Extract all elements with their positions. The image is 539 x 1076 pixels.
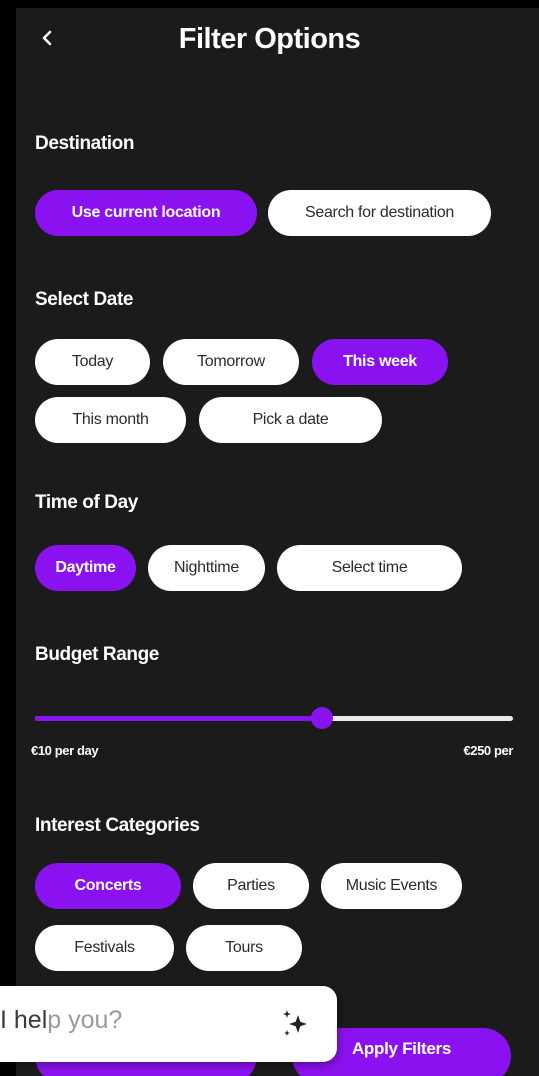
slider-fill [35, 716, 322, 721]
chip-concerts[interactable]: Concerts [35, 863, 181, 909]
budget-min-label: €10 per day [31, 743, 99, 758]
chip-this-month[interactable]: This month [35, 397, 186, 443]
chip-use-current-location[interactable]: Use current location [35, 190, 257, 236]
assistant-placeholder: I help you? [0, 1006, 122, 1035]
left-edge [0, 0, 16, 1076]
page-title: Filter Options [178, 23, 361, 55]
budget-slider[interactable] [35, 704, 513, 734]
chip-select-time[interactable]: Select time [277, 545, 462, 591]
destination-label: Destination [35, 133, 135, 154]
chip-pick-a-date[interactable]: Pick a date [199, 397, 382, 443]
time-of-day-label: Time of Day [35, 492, 138, 513]
sparkle-icon[interactable] [278, 1006, 312, 1040]
budget-max-label: €250 per [463, 743, 513, 758]
filter-options-screen: Filter Options Destination Use current l… [0, 0, 539, 1076]
assistant-placeholder-dark: I hel [0, 1006, 48, 1034]
select-date-label: Select Date [35, 289, 134, 310]
chip-festivals[interactable]: Festivals [35, 925, 174, 971]
chip-nighttime[interactable]: Nighttime [148, 545, 265, 591]
chip-tours[interactable]: Tours [186, 925, 302, 971]
chip-daytime[interactable]: Daytime [35, 545, 136, 591]
top-edge [0, 0, 539, 8]
chip-parties[interactable]: Parties [193, 863, 309, 909]
header: Filter Options [0, 14, 539, 64]
budget-range-label: Budget Range [35, 644, 159, 665]
assistant-input[interactable]: I help you? [0, 986, 337, 1062]
chip-this-week[interactable]: This week [312, 339, 448, 385]
chip-music-events[interactable]: Music Events [321, 863, 462, 909]
slider-thumb[interactable] [310, 707, 333, 729]
assistant-placeholder-light: p you? [47, 1006, 123, 1034]
chip-today[interactable]: Today [35, 339, 150, 385]
interest-categories-label: Interest Categories [35, 815, 200, 836]
chip-tomorrow[interactable]: Tomorrow [163, 339, 299, 385]
chip-search-destination[interactable]: Search for destination [268, 190, 491, 236]
